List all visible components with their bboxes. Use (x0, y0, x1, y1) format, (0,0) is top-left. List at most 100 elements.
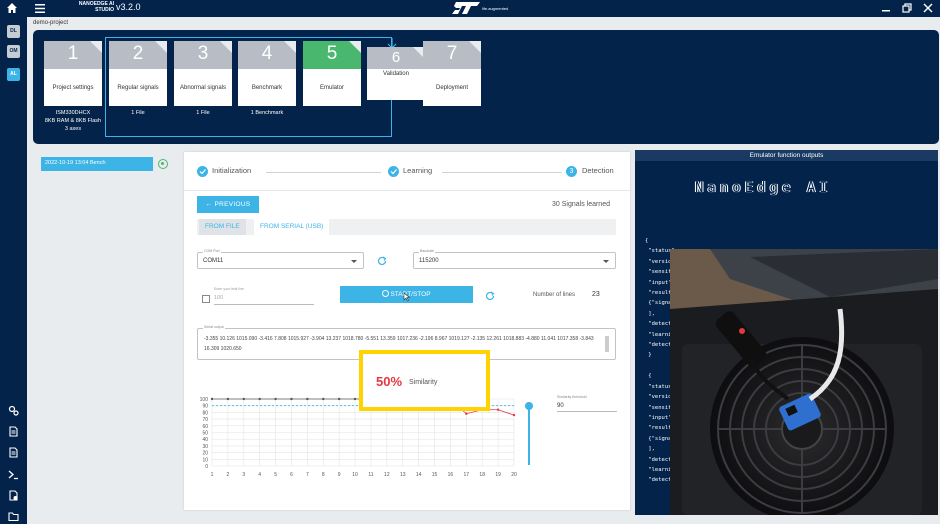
y-tick-label: 0 (205, 464, 208, 470)
y-tick-label: 70 (202, 417, 208, 423)
data-point (465, 412, 468, 415)
data-point (496, 408, 500, 411)
step-label: Emulator (319, 85, 344, 91)
threshold-caption: Similarity threshold (557, 395, 587, 399)
y-tick-label: 60 (202, 424, 208, 430)
x-tick-label: 9 (338, 472, 341, 478)
y-tick-label: 20 (202, 451, 208, 457)
step-label: Validation (383, 71, 409, 77)
folder-icon[interactable] (8, 511, 19, 522)
abnormal-signals-count: 1 File (196, 110, 210, 116)
sidebar-badge-dl[interactable]: DL (7, 25, 20, 38)
regular-signals-count: 1 File (131, 110, 145, 116)
minimize-icon[interactable] (880, 2, 892, 14)
data-point (512, 413, 516, 417)
session-selected-radio[interactable] (158, 159, 168, 169)
step-validation[interactable]: 6 Validation (367, 47, 425, 100)
sidebar-badge-al[interactable]: AL (7, 68, 20, 81)
brand-line2: STUDIO (95, 7, 114, 13)
step-label: Benchmark (251, 85, 283, 91)
emulator-card: Initialization Learning 3 Detection ← PR… (184, 152, 630, 510)
step-regular-signals[interactable]: 2 Regular signals (109, 41, 167, 106)
step-label: Project settings (52, 85, 94, 91)
x-tick-label: 3 (242, 472, 245, 478)
data-point (337, 397, 341, 401)
data-point (290, 397, 293, 401)
x-tick-label: 6 (290, 472, 293, 478)
x-tick-label: 15 (432, 472, 438, 478)
x-tick-label: 11 (368, 472, 373, 478)
restore-icon[interactable] (901, 2, 913, 14)
x-tick-label: 13 (400, 472, 406, 478)
similarity-label: Similarity (409, 379, 438, 386)
emulator-output-panel: Emulator function outputs NanoEdge AI { … (635, 150, 938, 515)
similarity-overlay: 50% Similarity (359, 350, 490, 411)
x-tick-label: 16 (448, 472, 454, 478)
app-version: v3.2.0 (116, 2, 141, 12)
close-icon[interactable] (922, 2, 934, 14)
data-point (258, 397, 261, 401)
x-tick-label: 8 (322, 472, 325, 478)
project-name: demo-project (33, 20, 69, 26)
panel-title: Emulator function outputs (635, 150, 938, 161)
st-logo-icon (452, 2, 480, 14)
hamburger-menu-icon[interactable] (34, 3, 46, 14)
step-label: Regular signals (117, 85, 159, 91)
y-tick-label: 80 (202, 410, 208, 416)
step-label: Deployment (435, 85, 468, 91)
benchmark-count: 1 Benchmark (250, 110, 284, 116)
x-tick-label: 1 (211, 472, 214, 478)
similarity-percent: 50% (376, 374, 403, 389)
x-tick-label: 7 (306, 472, 309, 478)
file-export-icon[interactable] (8, 490, 19, 501)
similarity-chart: 01020304050607080901001 2 3 4 5 6 7 8 9 10 11 12 13 1… (200, 397, 517, 478)
session-list-item[interactable]: 2022-10-19 13:04 Bench (41, 157, 153, 171)
step-abnormal-signals[interactable]: 3 Abnormal signals (174, 41, 232, 106)
x-tick-label: 14 (416, 472, 422, 478)
home-icon[interactable] (6, 2, 18, 14)
y-tick-label: 30 (202, 444, 208, 450)
data-point (306, 397, 309, 401)
x-tick-label: 4 (258, 472, 261, 478)
x-tick-label: 19 (495, 472, 501, 478)
x-tick-label: 20 (511, 472, 517, 478)
x-tick-label: 12 (384, 472, 390, 478)
document-icon[interactable] (8, 447, 19, 458)
x-tick-label: 10 (352, 472, 358, 478)
step-benchmark[interactable]: 4 Benchmark (238, 41, 296, 106)
data-point (210, 397, 214, 401)
threshold-input[interactable]: Similarity threshold 90 (557, 395, 617, 412)
x-tick-label: 17 (464, 472, 470, 478)
terminal-icon[interactable] (8, 469, 19, 480)
y-tick-label: 90 (202, 404, 208, 410)
x-tick-label: 18 (479, 472, 485, 478)
webcam-photo (670, 249, 938, 515)
data-point (322, 397, 325, 401)
project-settings-details: ISM330DHCX 8KB RAM & 8KB Flash 3 axes (44, 110, 102, 132)
slider-handle[interactable] (525, 402, 533, 410)
data-point (274, 397, 277, 401)
st-tagline: life.augmented (482, 6, 509, 11)
x-tick-label: 5 (274, 472, 277, 478)
step-label: Abnormal signals (179, 85, 227, 91)
title-bar: NANOEDGE AI STUDIO v3.2.0 life.augmented (0, 0, 940, 17)
data-point (226, 397, 230, 401)
app-brand: NANOEDGE AI STUDIO (62, 1, 114, 13)
x-tick-label: 2 (227, 472, 230, 478)
y-tick-label: 40 (202, 437, 208, 443)
settings-icon[interactable] (8, 405, 19, 416)
sidebar-badge-om[interactable]: OM (7, 45, 20, 58)
pipeline-steps: 1 Project settings 2 Regular signals 3 A… (33, 30, 939, 144)
y-tick-label: 50 (202, 431, 208, 437)
step-project-settings[interactable]: 1 Project settings (44, 41, 102, 106)
data-point (242, 397, 245, 401)
y-tick-label: 10 (202, 457, 208, 463)
threshold-value: 90 (557, 403, 617, 412)
step-deployment[interactable]: 7 Deployment (423, 41, 481, 106)
json-line: { (645, 238, 649, 244)
left-sidebar: DL OM AL (0, 17, 27, 524)
ascii-banner: NanoEdge AI (695, 180, 832, 196)
threshold-slider[interactable] (525, 402, 533, 465)
step-emulator[interactable]: 5 Emulator (303, 41, 361, 106)
document-icon[interactable] (8, 426, 19, 437)
